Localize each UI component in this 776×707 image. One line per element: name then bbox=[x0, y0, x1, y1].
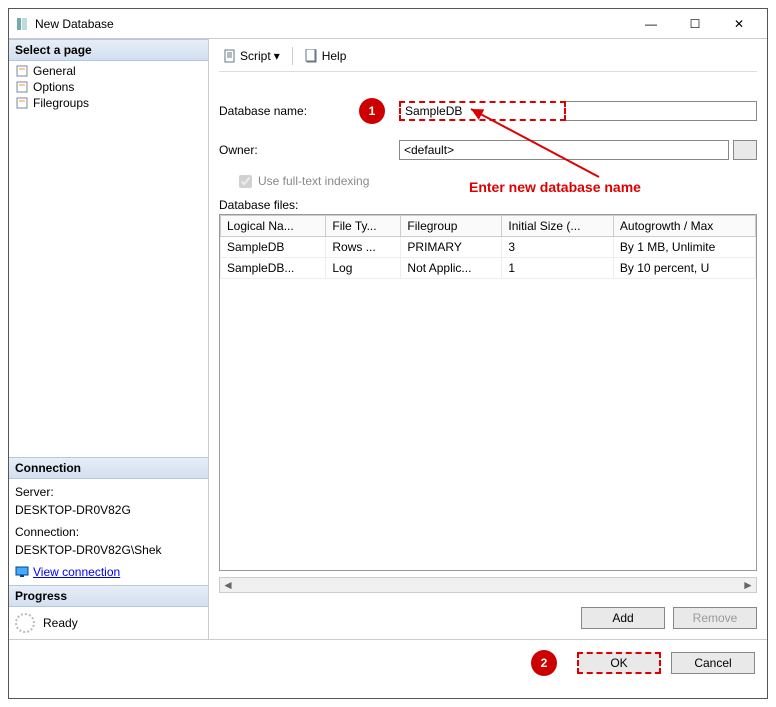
database-icon bbox=[15, 17, 29, 31]
server-label: Server: bbox=[15, 483, 202, 501]
annotation-text-1: Enter new database name bbox=[469, 179, 641, 195]
sidebar-item-label: General bbox=[33, 64, 76, 78]
sidebar-item-label: Options bbox=[33, 80, 74, 94]
owner-browse-button[interactable] bbox=[733, 140, 757, 160]
progress-spinner-icon bbox=[15, 613, 35, 633]
close-button[interactable]: ✕ bbox=[717, 10, 761, 38]
sidebar-item-options[interactable]: Options bbox=[9, 79, 208, 95]
table-row[interactable]: SampleDB Rows ... PRIMARY 3 By 1 MB, Unl… bbox=[221, 237, 756, 258]
progress-block: Ready bbox=[9, 607, 208, 639]
page-icon bbox=[15, 80, 29, 94]
file-buttons: Add Remove bbox=[219, 603, 757, 633]
dbname-input[interactable] bbox=[399, 101, 566, 121]
col-filetype[interactable]: File Ty... bbox=[326, 216, 401, 237]
horizontal-scrollbar[interactable]: ◄ ► bbox=[219, 577, 757, 593]
sidebar: Select a page General Options Filegroups… bbox=[9, 39, 209, 639]
window-title: New Database bbox=[35, 17, 629, 31]
owner-row: Owner: bbox=[219, 140, 757, 160]
connection-header: Connection bbox=[9, 457, 208, 479]
fulltext-checkbox bbox=[239, 175, 252, 188]
files-label: Database files: bbox=[219, 198, 757, 212]
page-icon bbox=[15, 64, 29, 78]
progress-status: Ready bbox=[43, 616, 78, 630]
view-connection-link[interactable]: View connection bbox=[33, 563, 120, 581]
add-button[interactable]: Add bbox=[581, 607, 665, 629]
annotation-callout-2: 2 bbox=[531, 650, 557, 676]
footer: 2 OK Cancel bbox=[9, 639, 767, 686]
files-table[interactable]: Logical Na... File Ty... Filegroup Initi… bbox=[220, 215, 756, 279]
connection-value: DESKTOP-DR0V82G\Shek bbox=[15, 541, 202, 559]
scroll-right-icon[interactable]: ► bbox=[740, 578, 756, 592]
pages-header: Select a page bbox=[9, 39, 208, 61]
files-table-wrap: Logical Na... File Ty... Filegroup Initi… bbox=[219, 214, 757, 571]
scroll-left-icon[interactable]: ◄ bbox=[220, 578, 236, 592]
owner-label: Owner: bbox=[219, 143, 399, 157]
help-icon bbox=[305, 49, 319, 63]
col-filegroup[interactable]: Filegroup bbox=[401, 216, 502, 237]
connection-label: Connection: bbox=[15, 523, 202, 541]
table-row[interactable]: SampleDB... Log Not Applic... 1 By 10 pe… bbox=[221, 258, 756, 279]
script-icon bbox=[223, 49, 237, 63]
remove-button: Remove bbox=[673, 607, 757, 629]
chevron-down-icon: ▾ bbox=[274, 49, 280, 63]
script-button[interactable]: Script ▾ bbox=[219, 47, 284, 65]
dbname-row: Database name: 1 bbox=[219, 98, 757, 124]
page-list: General Options Filegroups bbox=[9, 61, 208, 457]
dbname-label: Database name: bbox=[219, 104, 359, 118]
sidebar-item-general[interactable]: General bbox=[9, 63, 208, 79]
connection-info: Server: DESKTOP-DR0V82G Connection: DESK… bbox=[9, 479, 208, 585]
col-initialsize[interactable]: Initial Size (... bbox=[502, 216, 613, 237]
progress-header: Progress bbox=[9, 585, 208, 607]
maximize-button[interactable]: ☐ bbox=[673, 10, 717, 38]
minimize-button[interactable]: — bbox=[629, 10, 673, 38]
ok-button[interactable]: OK bbox=[577, 652, 661, 674]
main-panel: Script ▾ Help Database name: 1 Owner: bbox=[209, 39, 767, 639]
sidebar-item-filegroups[interactable]: Filegroups bbox=[9, 95, 208, 111]
help-button[interactable]: Help bbox=[301, 47, 351, 65]
monitor-icon bbox=[15, 565, 29, 579]
sidebar-item-label: Filegroups bbox=[33, 96, 89, 110]
new-database-window: New Database — ☐ ✕ Select a page General… bbox=[8, 8, 768, 699]
fulltext-label: Use full-text indexing bbox=[258, 174, 369, 188]
toolbar: Script ▾ Help bbox=[219, 45, 757, 72]
col-logical[interactable]: Logical Na... bbox=[221, 216, 326, 237]
dbname-input-ext[interactable] bbox=[566, 101, 757, 121]
page-icon bbox=[15, 96, 29, 110]
owner-input[interactable] bbox=[399, 140, 729, 160]
cancel-button[interactable]: Cancel bbox=[671, 652, 755, 674]
titlebar: New Database — ☐ ✕ bbox=[9, 9, 767, 39]
server-value: DESKTOP-DR0V82G bbox=[15, 501, 202, 519]
col-autogrowth[interactable]: Autogrowth / Max bbox=[613, 216, 755, 237]
separator bbox=[292, 47, 293, 65]
annotation-callout-1: 1 bbox=[359, 98, 385, 124]
